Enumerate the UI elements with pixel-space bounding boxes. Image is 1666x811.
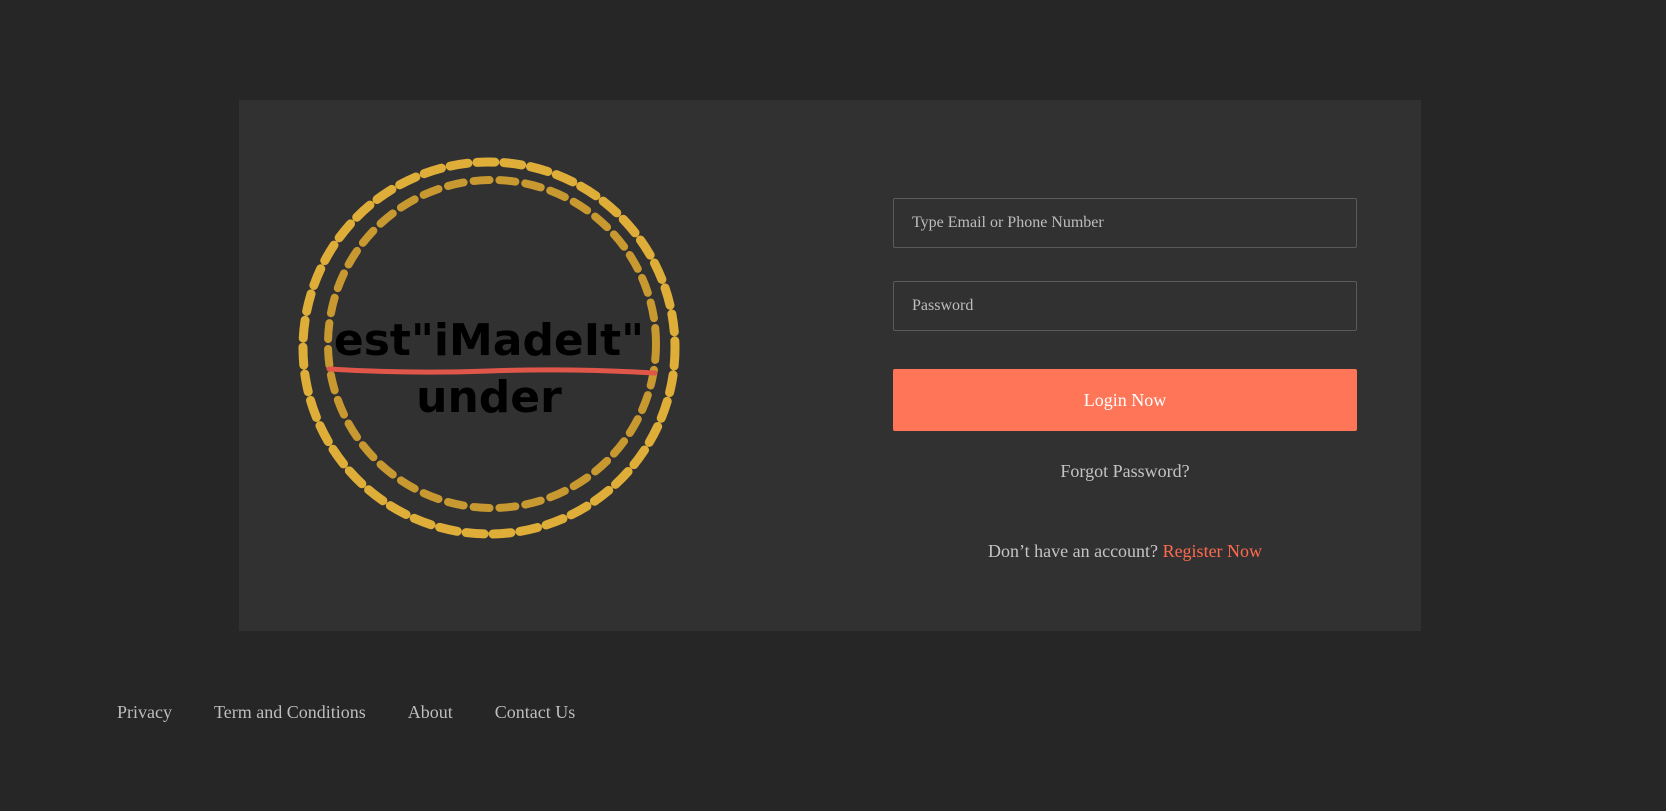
brand-logo: est"iMadeIt" under [289,148,689,548]
footer-nav: Privacy Term and Conditions About Contac… [117,702,575,723]
logo-text-line2: under [416,372,562,423]
register-prompt-row: Don’t have an account? Register Now [893,541,1357,562]
footer-link-privacy[interactable]: Privacy [117,702,172,723]
logo-text-line1: est"iMadeIt" [334,315,644,366]
login-button[interactable]: Login Now [893,369,1357,431]
login-card: est"iMadeIt" under Login Now Forgot Pass… [239,100,1421,631]
footer-link-contact[interactable]: Contact Us [495,702,576,723]
register-prompt-text: Don’t have an account? [987,541,1159,561]
email-field[interactable] [893,198,1357,248]
footer-link-terms[interactable]: Term and Conditions [214,702,366,723]
register-link[interactable]: Register Now [1163,541,1262,561]
login-form: Login Now Forgot Password? Don’t have an… [893,198,1357,562]
logo-emblem: est"iMadeIt" under [298,157,680,539]
footer-link-about[interactable]: About [408,702,453,723]
password-field[interactable] [893,281,1357,331]
forgot-password-link[interactable]: Forgot Password? [893,461,1357,482]
